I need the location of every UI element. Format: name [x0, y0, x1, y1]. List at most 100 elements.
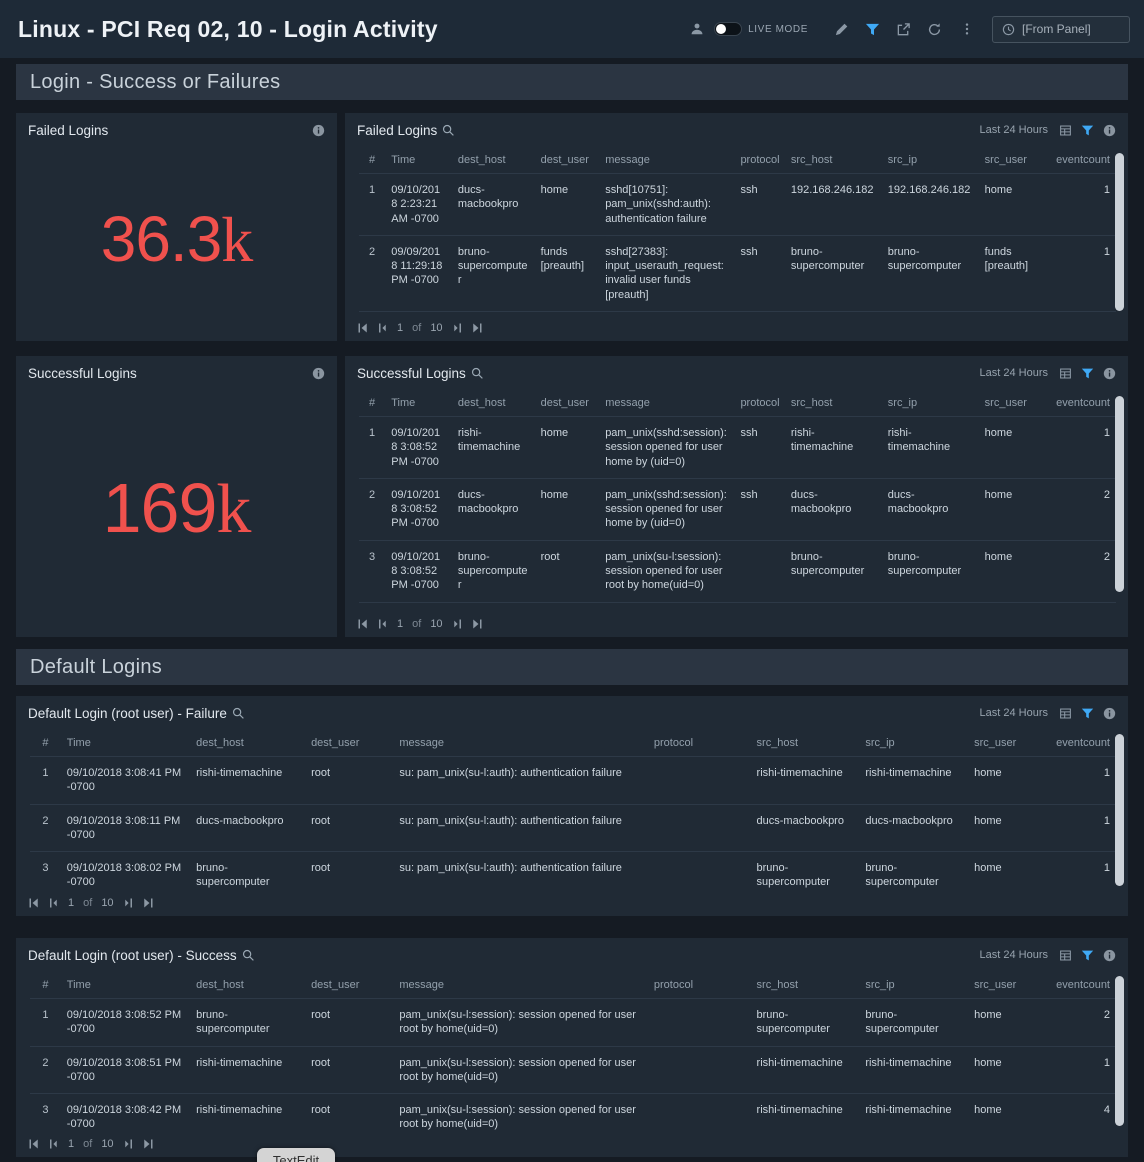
column-header[interactable]: dest_user — [305, 730, 393, 757]
prev-page-button[interactable] — [47, 897, 59, 909]
column-header[interactable]: eventcount — [1036, 730, 1116, 757]
next-page-button[interactable] — [452, 322, 464, 334]
scrollbar[interactable] — [1115, 976, 1124, 1126]
table-row[interactable]: 109/10/2018 3:08:52 PM -0700rishi-timema… — [359, 417, 1116, 479]
pagination: 1 of 10 — [345, 315, 1128, 341]
column-header[interactable]: protocol — [648, 972, 751, 999]
refresh-icon[interactable] — [927, 22, 942, 37]
first-page-button[interactable] — [357, 618, 369, 630]
last-page-button[interactable] — [471, 618, 483, 630]
filter-icon[interactable] — [865, 22, 880, 37]
info-icon[interactable] — [312, 367, 325, 380]
filter-icon[interactable] — [1081, 707, 1094, 720]
column-header[interactable]: # — [359, 147, 385, 174]
zoom-icon[interactable] — [232, 707, 245, 720]
column-header[interactable]: src_ip — [882, 147, 979, 174]
table-row[interactable]: 209/10/2018 3:08:51 PM -0700rishi-timema… — [30, 1046, 1116, 1094]
scrollbar[interactable] — [1115, 153, 1124, 311]
table-row[interactable]: 209/10/2018 3:08:11 PM -0700ducs-macbook… — [30, 804, 1116, 852]
scrollbar[interactable] — [1115, 396, 1124, 592]
prev-page-button[interactable] — [376, 322, 388, 334]
prev-page-button[interactable] — [47, 1138, 59, 1150]
column-header[interactable]: Time — [61, 730, 190, 757]
column-header[interactable]: dest_host — [190, 730, 305, 757]
scrollbar[interactable] — [1115, 734, 1124, 886]
table-row[interactable]: 209/10/2018 3:08:52 PM -0700ducs-macbook… — [359, 478, 1116, 540]
edit-pencil-icon[interactable] — [834, 22, 849, 37]
column-header[interactable]: dest_user — [535, 147, 600, 174]
last-page-button[interactable] — [471, 322, 483, 334]
column-header[interactable]: # — [359, 390, 385, 417]
column-header[interactable]: dest_host — [190, 972, 305, 999]
column-header[interactable]: Time — [385, 390, 452, 417]
column-header[interactable]: src_host — [785, 390, 882, 417]
column-header[interactable]: src_user — [968, 730, 1036, 757]
column-header[interactable]: dest_host — [452, 147, 535, 174]
live-mode-toggle[interactable] — [714, 22, 742, 36]
column-header[interactable]: message — [599, 147, 734, 174]
time-range-selector[interactable]: [From Panel] — [992, 16, 1130, 43]
column-header[interactable]: message — [599, 390, 734, 417]
table-row[interactable]: 209/09/2018 11:29:18 PM -0700bruno-super… — [359, 235, 1116, 311]
info-icon[interactable] — [1103, 707, 1116, 720]
column-header[interactable]: src_user — [979, 390, 1042, 417]
column-header[interactable]: src_host — [751, 972, 860, 999]
of-label: of — [412, 618, 421, 630]
next-page-button[interactable] — [123, 897, 135, 909]
zoom-icon[interactable] — [471, 367, 484, 380]
column-header[interactable]: Time — [61, 972, 190, 999]
column-header[interactable]: src_host — [785, 147, 882, 174]
column-header[interactable]: src_user — [979, 147, 1042, 174]
zoom-icon[interactable] — [242, 949, 255, 962]
table-row[interactable]: 109/10/2018 3:08:52 PM -0700bruno-superc… — [30, 999, 1116, 1047]
table-row[interactable]: 309/10/2018 3:08:52 PM -0700bruno-superc… — [359, 540, 1116, 602]
user-icon[interactable] — [690, 22, 704, 36]
filter-icon[interactable] — [1081, 949, 1094, 962]
share-icon[interactable] — [896, 22, 911, 37]
current-page: 1 — [66, 897, 76, 909]
column-header[interactable]: Time — [385, 147, 452, 174]
table-icon[interactable] — [1059, 124, 1072, 137]
info-icon[interactable] — [1103, 949, 1116, 962]
column-header[interactable]: src_ip — [859, 730, 968, 757]
table-icon[interactable] — [1059, 949, 1072, 962]
table-row[interactable]: 109/10/2018 2:23:21 AM -0700ducs-macbook… — [359, 174, 1116, 236]
time-range-label: Last 24 Hours — [980, 707, 1048, 719]
column-header[interactable]: protocol — [734, 390, 784, 417]
prev-page-button[interactable] — [376, 618, 388, 630]
column-header[interactable]: protocol — [648, 730, 751, 757]
column-header[interactable]: src_user — [968, 972, 1036, 999]
column-header[interactable]: dest_user — [305, 972, 393, 999]
column-header[interactable]: eventcount — [1036, 972, 1116, 999]
column-header[interactable]: message — [393, 730, 648, 757]
next-page-button[interactable] — [452, 618, 464, 630]
column-header[interactable]: message — [393, 972, 648, 999]
column-header[interactable]: # — [30, 730, 61, 757]
first-page-button[interactable] — [28, 1138, 40, 1150]
table-icon[interactable] — [1059, 707, 1072, 720]
table-icon[interactable] — [1059, 367, 1072, 380]
column-header[interactable]: eventcount — [1041, 390, 1116, 417]
next-page-button[interactable] — [123, 1138, 135, 1150]
info-icon[interactable] — [1103, 124, 1116, 137]
kebab-menu-icon[interactable] — [960, 22, 974, 36]
table-row[interactable]: 109/10/2018 3:08:41 PM -0700rishi-timema… — [30, 757, 1116, 805]
column-header[interactable]: src_host — [751, 730, 860, 757]
column-header[interactable]: dest_host — [452, 390, 535, 417]
last-page-button[interactable] — [142, 897, 154, 909]
info-icon[interactable] — [312, 124, 325, 137]
filter-icon[interactable] — [1081, 367, 1094, 380]
first-page-button[interactable] — [357, 322, 369, 334]
column-header[interactable]: src_ip — [882, 390, 979, 417]
column-header[interactable]: src_ip — [859, 972, 968, 999]
column-header[interactable]: protocol — [734, 147, 784, 174]
column-header[interactable]: eventcount — [1041, 147, 1116, 174]
column-header[interactable]: dest_user — [535, 390, 600, 417]
column-header[interactable]: # — [30, 972, 61, 999]
textedit-button[interactable]: TextEdit — [257, 1148, 335, 1162]
zoom-icon[interactable] — [442, 124, 455, 137]
filter-icon[interactable] — [1081, 124, 1094, 137]
first-page-button[interactable] — [28, 897, 40, 909]
info-icon[interactable] — [1103, 367, 1116, 380]
last-page-button[interactable] — [142, 1138, 154, 1150]
